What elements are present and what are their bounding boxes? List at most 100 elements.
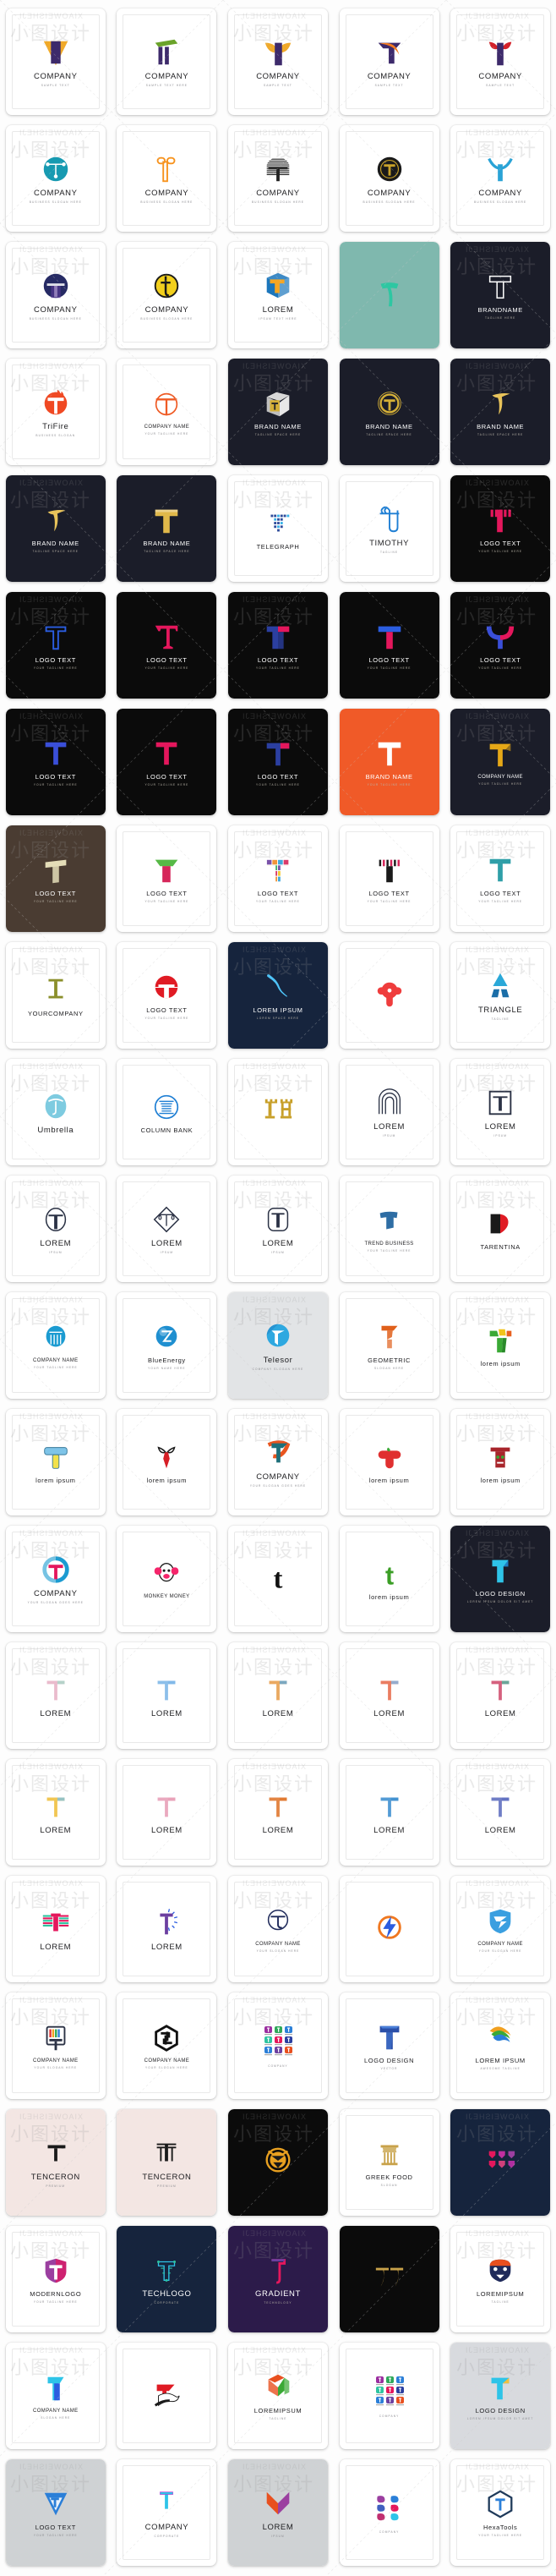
logo-card[interactable]: TREND BUSINESS YOUR TAGLINE HERE: [339, 1176, 439, 1282]
logo-card[interactable]: LOREM: [339, 1642, 439, 1749]
logo-card[interactable]: COMPANY: [339, 2343, 439, 2449]
logo-card[interactable]: LOGO TEXT YOUR TAGLINE HERE: [5, 825, 106, 932]
logo-card[interactable]: LOGO TEXT YOUR TAGLINE HERE: [227, 825, 328, 932]
logo-card[interactable]: LOGO TEXT YOUR TAGLINE HERE: [227, 709, 328, 815]
logo-card[interactable]: LOGO DESIGN Lorem ipsum dolor sit amet: [450, 1526, 551, 1632]
logo-card[interactable]: LOREM: [5, 1876, 106, 1982]
logo-card[interactable]: COMPANY SAMPLE TEXT: [227, 8, 328, 115]
logo-card[interactable]: LOGO TEXT YOUR TAGLINE HERE: [450, 475, 551, 582]
logo-card[interactable]: LOGO TEXT YOUR TAGLINE HERE: [5, 592, 106, 699]
logo-card[interactable]: Umbrella: [5, 1059, 106, 1165]
logo-card[interactable]: t: [227, 1526, 328, 1632]
logo-card[interactable]: LOGO TEXT YOUR TAGLINE HERE: [339, 825, 439, 932]
logo-card[interactable]: COMPANY: [227, 1992, 328, 2099]
logo-card[interactable]: LOREM IPSUM: [117, 1176, 217, 1282]
logo-card[interactable]: COMPANY SAMPLE TEXT: [450, 8, 551, 115]
logo-card[interactable]: YOURCOMPANY: [5, 942, 106, 1049]
logo-card[interactable]: LOREM: [450, 1642, 551, 1749]
logo-card[interactable]: LOGO TEXT YOUR TAGLINE HERE: [117, 709, 217, 815]
logo-card[interactable]: LOGO TEXT YOUR TAGLINE HERE: [450, 592, 551, 699]
logo-card[interactable]: HexaTools Your Tagline Here: [450, 2459, 551, 2566]
logo-card[interactable]: LOGO DESIGN VECTOR: [339, 1992, 439, 2099]
logo-card[interactable]: COMPANY NAME YOUR TAGLINE HERE: [450, 709, 551, 815]
logo-card[interactable]: COMPANY NAME YOUR SLOGAN HERE: [117, 1992, 217, 2099]
logo-card[interactable]: COMPANY NAME SLOGAN HERE: [5, 2343, 106, 2449]
logo-card[interactable]: LOGO TEXT YOUR TAGLINE HERE: [5, 709, 106, 815]
logo-card[interactable]: GREEK FOOD SLOGAN: [339, 2109, 439, 2216]
logo-card[interactable]: [227, 2109, 328, 2216]
logo-card[interactable]: LOREMIPSUM TAGLINE: [450, 2226, 551, 2332]
logo-card[interactable]: BRAND NAME TAGLINE SPACE HERE: [339, 359, 439, 465]
logo-card[interactable]: TARENTINA: [450, 1176, 551, 1282]
logo-card[interactable]: COMPANY NAME YOUR SLOGAN HERE: [450, 1876, 551, 1982]
logo-card[interactable]: [339, 242, 439, 348]
logo-card[interactable]: lorem ipsum: [450, 1409, 551, 1515]
logo-card[interactable]: LOREM: [5, 1759, 106, 1866]
logo-card[interactable]: lorem ipsum: [5, 1409, 106, 1515]
logo-card[interactable]: TriFire BUSINESS SLOGAN: [5, 359, 106, 465]
logo-card[interactable]: LOREM: [339, 1759, 439, 1866]
logo-card[interactable]: COMPANY SAMPLE TEXT HERE: [117, 8, 217, 115]
logo-card[interactable]: TRIANGLE TAGLINE: [450, 942, 551, 1049]
logo-card[interactable]: COMPANY BUSINESS SLOGAN HERE: [5, 125, 106, 232]
logo-card[interactable]: lorem ipsum: [117, 1409, 217, 1515]
logo-card[interactable]: BRANDNAME TAGLINE HERE: [450, 242, 551, 348]
logo-card[interactable]: BRAND NAME TAGLINE SPACE HERE: [5, 475, 106, 582]
logo-card[interactable]: COMPANY BUSINESS SLOGAN HERE: [117, 125, 217, 232]
logo-card[interactable]: COMPANY NAME YOUR SLOGAN HERE: [5, 1992, 106, 2099]
logo-card[interactable]: COMPANY BUSINESS SLOGAN HERE: [339, 125, 439, 232]
logo-card[interactable]: COMPANY BUSINESS SLOGAN HERE: [227, 125, 328, 232]
logo-card[interactable]: MONKEY MONEY: [117, 1526, 217, 1632]
logo-card[interactable]: TECHLOGO CORPORATE: [117, 2226, 217, 2332]
logo-card[interactable]: BlueEnergy your name here: [117, 1292, 217, 1399]
logo-card[interactable]: LOREM: [117, 1642, 217, 1749]
logo-card[interactable]: MODERNLOGO YOUR TAGLINE HERE: [5, 2226, 106, 2332]
logo-card[interactable]: LOGO TEXT YOUR TAGLINE HERE: [450, 825, 551, 932]
logo-card[interactable]: LOGO TEXT YOUR TAGLINE HERE: [117, 825, 217, 932]
logo-card[interactable]: t lorem ipsum: [339, 1526, 439, 1632]
logo-card[interactable]: LOREM IPSUM: [5, 1176, 106, 1282]
logo-card[interactable]: COMPANY: [339, 2459, 439, 2566]
logo-card[interactable]: COMPANY SAMPLE TEXT: [339, 8, 439, 115]
logo-card[interactable]: [339, 2226, 439, 2332]
logo-card[interactable]: LOREMIPSUM TAGLINE: [227, 2343, 328, 2449]
logo-card[interactable]: COMPANY CORPORATE: [117, 2459, 217, 2566]
logo-card[interactable]: GEOMETRIC SLOGAN HERE: [339, 1292, 439, 1399]
logo-card[interactable]: lorem ipsum: [339, 1409, 439, 1515]
logo-card[interactable]: GRADIENT TECHNOLOGY: [227, 2226, 328, 2332]
logo-card[interactable]: TENCERON Premium: [117, 2109, 217, 2216]
logo-card[interactable]: LOREM IPSUM: [227, 2459, 328, 2566]
logo-card[interactable]: LOREM: [117, 1876, 217, 1982]
logo-card[interactable]: COMPANY BUSINESS SLOGAN HERE: [450, 125, 551, 232]
logo-card[interactable]: LOGO TEXT YOUR TAGLINE HERE: [117, 942, 217, 1049]
logo-card[interactable]: LOGO DESIGN Lorem ipsum dolor sit amet: [450, 2343, 551, 2449]
logo-card[interactable]: LOREM IPSUM: [450, 1059, 551, 1165]
logo-card[interactable]: LOGO TEXT YOUR TAGLINE HERE: [5, 2459, 106, 2566]
logo-card[interactable]: LOREM: [227, 1759, 328, 1866]
logo-card[interactable]: LOGO TEXT YOUR TAGLINE HERE: [227, 592, 328, 699]
logo-card[interactable]: LOREM: [450, 1759, 551, 1866]
logo-card[interactable]: LOREM: [5, 1642, 106, 1749]
logo-card[interactable]: LOREM: [117, 1759, 217, 1866]
logo-card[interactable]: [450, 2109, 551, 2216]
logo-card[interactable]: COMPANY BUSINESS SLOGAN HERE: [117, 242, 217, 348]
logo-card[interactable]: COMPANY NAME YOUR SLOGAN HERE: [227, 1876, 328, 1982]
logo-card[interactable]: Telesor Company slogan here: [227, 1292, 328, 1399]
logo-card[interactable]: [339, 1876, 439, 1982]
logo-card[interactable]: COLUMN BANK: [117, 1059, 217, 1165]
logo-card[interactable]: LOREM IPSUM: [227, 1176, 328, 1282]
logo-card[interactable]: LOREM IPSUM LOREM SPACE HERE: [227, 942, 328, 1049]
logo-card[interactable]: [339, 942, 439, 1049]
logo-card[interactable]: BRAND NAME YOUR TAGLINE HERE: [339, 709, 439, 815]
logo-card[interactable]: COMPANY BUSINESS SLOGAN HERE: [5, 242, 106, 348]
logo-card[interactable]: TENCERON Premium: [5, 2109, 106, 2216]
logo-card[interactable]: COMPANY NAME YOUR TAGLINE HERE: [5, 1292, 106, 1399]
logo-card[interactable]: BRAND NAME TAGLINE SPACE HERE: [117, 475, 217, 582]
logo-card[interactable]: TIMOTHY TAGLINE: [339, 475, 439, 582]
logo-card[interactable]: LOREM: [227, 1642, 328, 1749]
logo-card[interactable]: COMPANY Your Slogan Goes Here: [227, 1409, 328, 1515]
logo-card[interactable]: COMPANY NAME YOUR TAGLINE HERE: [117, 359, 217, 465]
logo-card[interactable]: LOGO TEXT YOUR TAGLINE HERE: [339, 592, 439, 699]
logo-card[interactable]: BRAND NAME TAGLINE SPACE HERE: [227, 359, 328, 465]
logo-card[interactable]: [227, 1059, 328, 1165]
